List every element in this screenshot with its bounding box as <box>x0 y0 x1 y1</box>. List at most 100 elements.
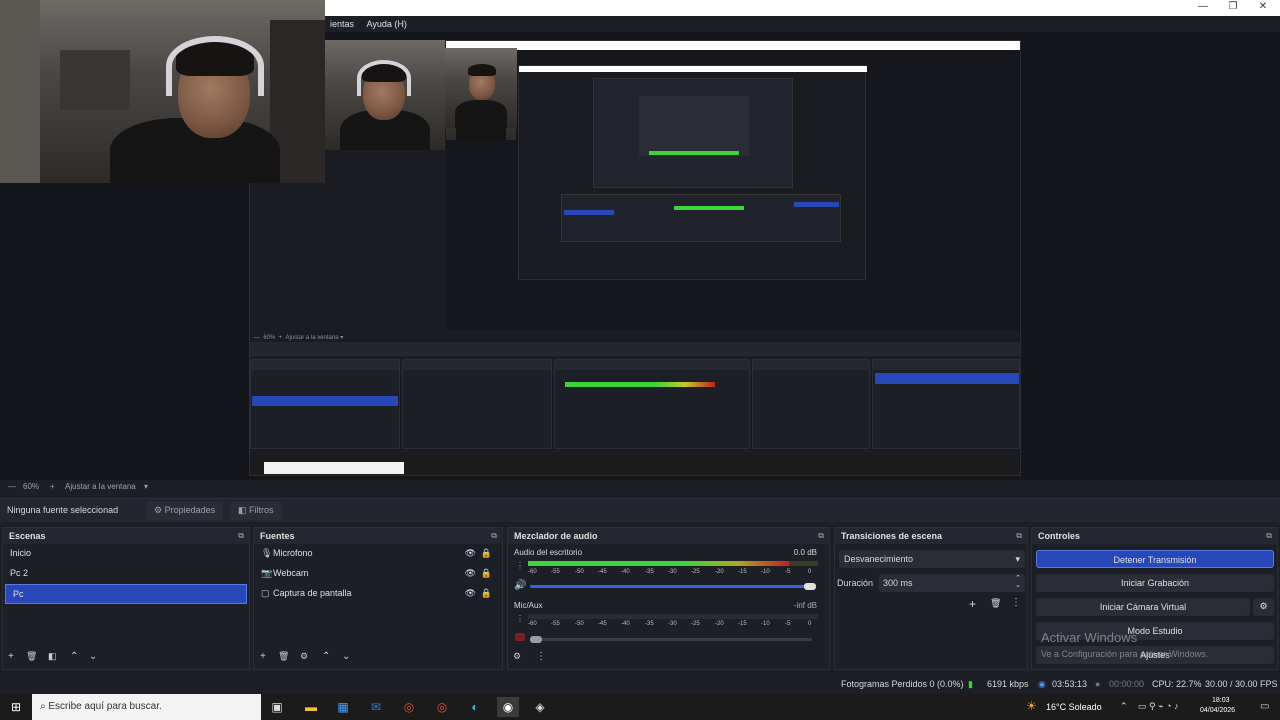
filter-icon[interactable]: ◧ <box>48 651 57 662</box>
nested-controls-dock <box>872 359 1020 449</box>
menu-tools[interactable]: ientas <box>325 16 359 32</box>
dock-popout-icon[interactable]: ⧉ <box>238 531 244 541</box>
chrome-profile-icon[interactable]: ◎ <box>431 697 453 717</box>
advanced-audio-icon[interactable]: ⚙ <box>513 651 521 662</box>
eye-icon[interactable]: 👁 <box>465 588 476 599</box>
menu-help[interactable]: Ayuda (H) <box>362 16 412 32</box>
clock-date[interactable]: 04/04/2026 <box>1200 707 1235 714</box>
menu-bar: ientas Ayuda (H) <box>325 16 1280 32</box>
scene-item-pc[interactable]: Pc <box>5 584 247 604</box>
meter-tick-label: -60 <box>528 569 537 575</box>
add-icon[interactable]: + <box>8 651 14 662</box>
file-explorer-icon[interactable]: ▬ <box>300 697 322 717</box>
tray-chevron-icon[interactable]: ⌃ <box>1120 701 1128 712</box>
kebab-icon[interactable]: ⋮ <box>1011 597 1021 608</box>
lock-icon[interactable]: 🔒 <box>481 548 492 559</box>
gear-icon[interactable]: ⚙ <box>300 651 308 662</box>
store-icon[interactable]: ▦ <box>332 697 354 717</box>
lock-icon[interactable]: 🔒 <box>481 588 492 599</box>
trash-icon[interactable]: 🗑 <box>278 651 289 662</box>
meter-tick-label: -40 <box>621 621 630 627</box>
scenes-header: Escenas ⧉ <box>3 528 249 544</box>
add-icon[interactable]: + <box>969 597 976 611</box>
properties-button[interactable]: ⚙ Propiedades <box>146 502 224 520</box>
task-view-icon[interactable]: ▣ <box>266 697 288 717</box>
eye-icon[interactable]: 👁 <box>465 548 476 559</box>
meter-tick-label: -55 <box>551 621 560 627</box>
zoom-out-icon[interactable]: — <box>8 482 16 491</box>
mail-icon[interactable]: ✉ <box>365 697 387 717</box>
taskbar-search[interactable]: ⌕ Escribe aquí para buscar. <box>32 694 261 720</box>
source-item-microfono[interactable]: 🎙Microfono 👁 🔒 <box>254 544 502 564</box>
arrow-up-icon[interactable]: ⌃ <box>70 651 78 662</box>
arrow-up-icon[interactable]: ⌃ <box>322 651 330 662</box>
stop-stream-button[interactable]: Detener Transmisión <box>1036 550 1274 568</box>
source-item-captura[interactable]: ▢ Captura de pantalla 👁 🔒 <box>254 584 502 604</box>
sources-header: Fuentes ⧉ <box>254 528 502 544</box>
scenes-footer: + 🗑 ◧ ⌃ ⌄ <box>3 649 249 667</box>
kebab-icon[interactable]: ⋮ <box>516 614 524 623</box>
eye-icon[interactable]: 👁 <box>465 568 476 579</box>
lock-icon[interactable]: 🔒 <box>481 568 492 579</box>
weather-text[interactable]: 16°C Soleado <box>1046 702 1102 712</box>
volume-knob-desktop[interactable] <box>804 583 816 590</box>
transitions-header: Transiciones de escena ⧉ <box>835 528 1027 544</box>
duration-label: Duración <box>837 578 874 588</box>
source-item-webcam[interactable]: 📷Webcam 👁 🔒 <box>254 564 502 584</box>
mixer-header: Mezclador de audio ⧉ <box>508 528 829 544</box>
edge-icon[interactable]: ◐ <box>464 697 486 717</box>
volume-slider-desktop[interactable] <box>530 585 812 588</box>
dock-popout-icon[interactable]: ⧉ <box>1016 531 1022 541</box>
notification-icon[interactable]: ▭ <box>1260 701 1269 712</box>
trash-icon[interactable]: 🗑 <box>990 598 1001 609</box>
mute-icon[interactable] <box>515 633 525 641</box>
stepper-icon[interactable]: ⌃ ⌄ <box>1015 575 1021 589</box>
obs-icon[interactable]: ◉ <box>497 697 519 717</box>
trash-icon[interactable]: 🗑 <box>26 651 37 662</box>
cpu-usage: CPU: 22.7% <box>1152 679 1202 689</box>
dropped-frames: Fotogramas Perdidos 0 (0.0%) <box>841 679 964 689</box>
arrow-down-icon[interactable]: ⌄ <box>89 651 97 662</box>
nested-taskbar <box>250 459 1020 475</box>
maximize-icon[interactable]: ❐ <box>1218 1 1248 15</box>
speaker-icon[interactable]: 🔊 <box>514 580 526 591</box>
kebab-icon[interactable]: ⋮ <box>516 561 524 570</box>
start-virtual-cam-button[interactable]: Iniciar Cámara Virtual <box>1036 598 1250 616</box>
scene-item-pc2[interactable]: Pc 2 <box>3 564 249 584</box>
start-recording-button[interactable]: Iniciar Grabación <box>1036 574 1274 592</box>
volume-knob-mic[interactable] <box>530 636 542 643</box>
dock-popout-icon[interactable]: ⧉ <box>1266 531 1272 541</box>
app-icon[interactable]: ◈ <box>529 697 551 717</box>
duration-input[interactable]: 300 ms ⌃ ⌄ <box>879 574 1025 592</box>
windows-start-icon[interactable]: ⊞ <box>5 697 27 717</box>
kebab-icon[interactable]: ⋮ <box>536 651 546 662</box>
filters-button[interactable]: ◧ Filtros <box>230 502 282 520</box>
source-toolbar: Ninguna fuente seleccionad ⚙ Propiedades… <box>0 498 1280 522</box>
stream-time: 03:53:13 <box>1052 679 1088 689</box>
volume-slider-mic[interactable] <box>530 638 812 641</box>
add-icon[interactable]: + <box>260 651 266 662</box>
clock-time[interactable]: 18:03 <box>1212 697 1230 704</box>
zoom-dropdown-icon[interactable]: ▾ <box>144 482 148 491</box>
dock-popout-icon[interactable]: ⧉ <box>818 531 824 541</box>
meter-tick-label: -50 <box>575 569 584 575</box>
gear-icon[interactable]: ⚙ <box>1253 598 1274 616</box>
scene-item-inicio[interactable]: Inicio <box>3 544 249 564</box>
channel-db-mic: -inf dB <box>793 601 817 610</box>
webcam-nested-overlay <box>325 40 445 150</box>
tray-icons[interactable]: ▭ ⚲ ⌁ ◔ ♪ <box>1138 701 1178 712</box>
fps: 30.00 / 30.00 FPS <box>1205 679 1278 689</box>
chrome-icon[interactable]: ◎ <box>398 697 420 717</box>
zoom-fit-label[interactable]: Ajustar a la ventana <box>65 482 136 491</box>
close-icon[interactable]: ✕ <box>1248 1 1278 15</box>
dock-popout-icon[interactable]: ⧉ <box>491 531 497 541</box>
zoom-in-icon[interactable]: + <box>50 482 55 491</box>
meter-tick-label: -5 <box>785 569 791 575</box>
nested-scenes-dock <box>250 359 400 449</box>
transition-select[interactable]: Desvanecimiento ▾ <box>839 550 1025 568</box>
nested-transitions-dock <box>752 359 870 449</box>
meter-tick-label: 0 <box>808 569 812 575</box>
gear-icon: ⚙ <box>154 505 165 515</box>
minimize-icon[interactable]: — <box>1188 1 1218 15</box>
arrow-down-icon[interactable]: ⌄ <box>342 651 350 662</box>
